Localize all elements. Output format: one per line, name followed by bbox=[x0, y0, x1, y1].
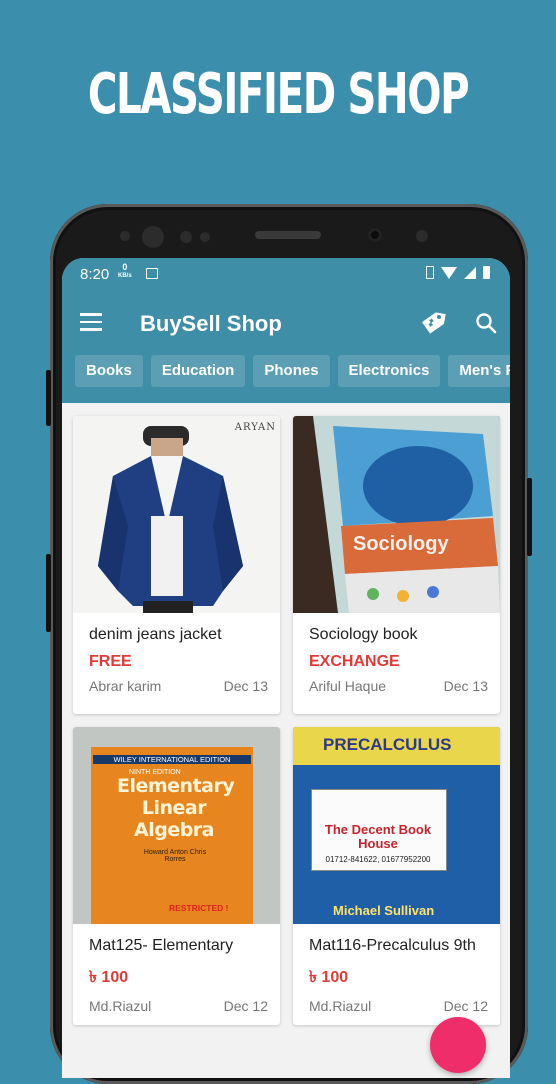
photo-author: Howard Anton Chris Rorres bbox=[143, 849, 207, 863]
listing-photo: PRECALCULUS The Decent Book House 01712-… bbox=[293, 727, 500, 924]
category-chip-books[interactable]: Books bbox=[75, 355, 143, 387]
listing-title: Mat125- Elementary bbox=[89, 937, 234, 954]
listing-price: ৳ 100 bbox=[89, 969, 129, 986]
listing-title: denim jeans jacket bbox=[89, 626, 222, 643]
proximity-sensor bbox=[180, 231, 192, 243]
wifi-icon bbox=[441, 266, 457, 279]
front-sensor bbox=[120, 231, 130, 241]
network-speed: 0 KB/s bbox=[118, 263, 132, 281]
listing-seller: Md.Riazul bbox=[309, 998, 372, 1014]
listing-title: Mat116-Precalculus 9th bbox=[309, 937, 476, 954]
photo-book-title: PRECALCULUS bbox=[323, 735, 452, 754]
search-icon[interactable] bbox=[474, 311, 498, 335]
jacket-photo bbox=[98, 426, 243, 613]
listing-price: EXCHANGE bbox=[309, 653, 400, 670]
listing-seller: Abrar karim bbox=[89, 678, 162, 694]
listing-photo: WILEY INTERNATIONAL EDITION NINTH EDITIO… bbox=[73, 727, 280, 924]
listing-seller: Ariful Haque bbox=[309, 678, 387, 694]
category-chip-education[interactable]: Education bbox=[150, 355, 246, 387]
photo-shop-name: The Decent Book House bbox=[324, 822, 432, 851]
listing-photo: Sociology bbox=[293, 416, 500, 613]
network-speed-unit: KB/s bbox=[118, 273, 132, 279]
listing-date: Dec 12 bbox=[443, 998, 488, 1014]
category-chip-electronics[interactable]: Electronics bbox=[337, 355, 441, 387]
earpiece-speaker bbox=[255, 231, 321, 239]
app-screen: 8:20 0 KB/s BuySell Shop Books Education… bbox=[62, 258, 510, 1078]
status-time: 8:20 bbox=[80, 266, 110, 283]
app-title: BuySell Shop bbox=[140, 311, 282, 336]
listing-card[interactable]: WILEY INTERNATIONAL EDITION NINTH EDITIO… bbox=[73, 727, 280, 1025]
photo-watermark: ARYAN bbox=[234, 422, 276, 433]
photo-book-title: Sociology bbox=[353, 533, 449, 555]
photo-restricted-note: RESTRICTED ! bbox=[169, 903, 229, 913]
listings-grid: ARYAN denim jeans jacket FREE Abrar kari… bbox=[62, 403, 510, 1025]
power-button bbox=[527, 478, 532, 556]
image-notification-icon bbox=[146, 268, 158, 279]
status-bar: 8:20 0 KB/s bbox=[62, 258, 510, 291]
photo-edition: WILEY INTERNATIONAL EDITION bbox=[93, 755, 251, 764]
iris-sensor bbox=[416, 230, 428, 242]
listing-card[interactable]: PRECALCULUS The Decent Book House 01712-… bbox=[293, 727, 500, 1025]
bixby-button bbox=[46, 554, 51, 632]
promo-headline: CLASSIFIED SHOP bbox=[87, 62, 470, 127]
volume-button bbox=[46, 370, 51, 426]
add-listing-button[interactable] bbox=[430, 1017, 486, 1073]
listing-seller: Md.Riazul bbox=[89, 998, 152, 1014]
phone-status-icon bbox=[426, 266, 434, 279]
photo-book-title: Elementary Linear Algebra bbox=[117, 775, 235, 841]
listing-photo: ARYAN bbox=[73, 416, 280, 613]
photo-author: Michael Sullivan bbox=[333, 903, 435, 918]
listing-price: ৳ 100 bbox=[309, 969, 349, 986]
network-speed-value: 0 bbox=[122, 262, 128, 272]
category-chip-mens-fashion[interactable]: Men's Fa bbox=[448, 355, 510, 387]
phone-frame: 8:20 0 KB/s BuySell Shop Books Education… bbox=[46, 204, 532, 1084]
category-chip-phones[interactable]: Phones bbox=[253, 355, 330, 387]
listing-date: Dec 12 bbox=[223, 998, 268, 1014]
app-bar: BuySell Shop bbox=[62, 291, 510, 355]
sociology-book-photo bbox=[313, 416, 500, 613]
listing-title: Sociology book bbox=[309, 626, 418, 643]
listing-date: Dec 13 bbox=[223, 678, 268, 694]
menu-icon[interactable] bbox=[80, 313, 102, 331]
iris-camera bbox=[142, 226, 164, 248]
photo-shop-phone: 01712-841622, 01677952200 bbox=[325, 855, 431, 864]
listing-price: FREE bbox=[89, 653, 132, 670]
signal-icon bbox=[464, 266, 476, 279]
front-camera bbox=[368, 228, 382, 242]
light-sensor bbox=[200, 232, 210, 242]
listing-card[interactable]: Sociology Sociology book EXCHANGE Ariful… bbox=[293, 416, 500, 714]
listing-card[interactable]: ARYAN denim jeans jacket FREE Abrar kari… bbox=[73, 416, 280, 714]
battery-icon bbox=[483, 266, 490, 279]
category-chips: Books Education Phones Electronics Men's… bbox=[62, 355, 510, 403]
listing-date: Dec 13 bbox=[443, 678, 488, 694]
tag-icon[interactable] bbox=[420, 310, 446, 336]
